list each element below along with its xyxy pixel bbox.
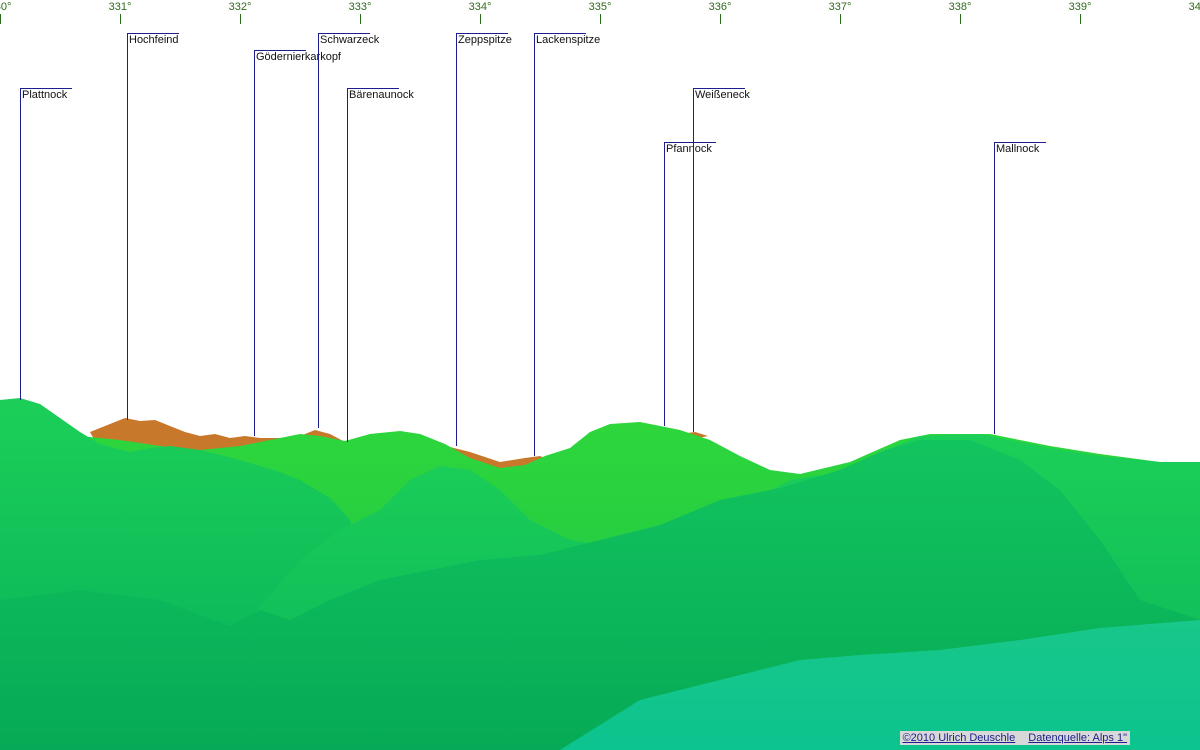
tick-mark bbox=[360, 14, 361, 24]
peak-label: Gödernierkarkopf bbox=[256, 51, 341, 63]
peak-label: Schwarzeck bbox=[320, 34, 380, 46]
peak-label: Plattnock bbox=[22, 89, 68, 101]
peak-marker-line bbox=[693, 88, 694, 432]
tick-mark bbox=[120, 14, 121, 24]
tick-label: 331° bbox=[108, 1, 132, 13]
peak-marker-line bbox=[534, 33, 535, 456]
tick-label: 340° bbox=[1188, 1, 1200, 13]
peak-label: Zeppspitze bbox=[458, 34, 512, 46]
peak-label: Bärenaunock bbox=[349, 89, 414, 101]
peak-marker-line bbox=[664, 142, 665, 426]
tick-mark bbox=[1080, 14, 1081, 24]
peak-label: Hochfeind bbox=[129, 34, 179, 46]
panorama-view: 330° 331° 332° 333° 334° 335° 336° 337° 338° 339°… bbox=[0, 0, 1200, 750]
tick-mark bbox=[600, 14, 601, 24]
tick-label: 330° bbox=[0, 1, 12, 13]
peak-marker-line bbox=[347, 88, 348, 442]
peak-marker-line bbox=[254, 50, 255, 436]
peak-marker-line bbox=[20, 88, 21, 400]
peak-label: Pfannock bbox=[666, 143, 712, 155]
tick-label: 339° bbox=[1068, 1, 1092, 13]
peak-marker-line bbox=[318, 33, 319, 428]
peak-marker-line bbox=[127, 33, 128, 420]
tick-label: 333° bbox=[348, 1, 372, 13]
peak-label: Weißeneck bbox=[695, 89, 750, 101]
copyright-link[interactable]: ©2010 Ulrich Deuschle bbox=[903, 732, 1016, 744]
tick-label: 334° bbox=[468, 1, 492, 13]
tick-label: 332° bbox=[228, 1, 252, 13]
peak-label: Lackenspitze bbox=[536, 34, 601, 46]
tick-mark bbox=[720, 14, 721, 24]
tick-label: 338° bbox=[948, 1, 972, 13]
peak-marker-line bbox=[994, 142, 995, 434]
tick-mark bbox=[840, 14, 841, 24]
tick-mark bbox=[960, 14, 961, 24]
tick-mark bbox=[240, 14, 241, 24]
tick-label: 336° bbox=[708, 1, 732, 13]
credits-bar: ©2010 Ulrich Deuschle Datenquelle: Alps … bbox=[899, 731, 1130, 745]
tick-label: 337° bbox=[828, 1, 852, 13]
peak-marker-line bbox=[456, 33, 457, 446]
tick-mark bbox=[480, 14, 481, 24]
terrain-render bbox=[0, 398, 1200, 750]
tick-mark bbox=[0, 14, 1, 24]
tick-label: 335° bbox=[588, 1, 612, 13]
peak-label: Mallnock bbox=[996, 143, 1040, 155]
datasource-link[interactable]: Datenquelle: Alps 1" bbox=[1028, 732, 1127, 744]
